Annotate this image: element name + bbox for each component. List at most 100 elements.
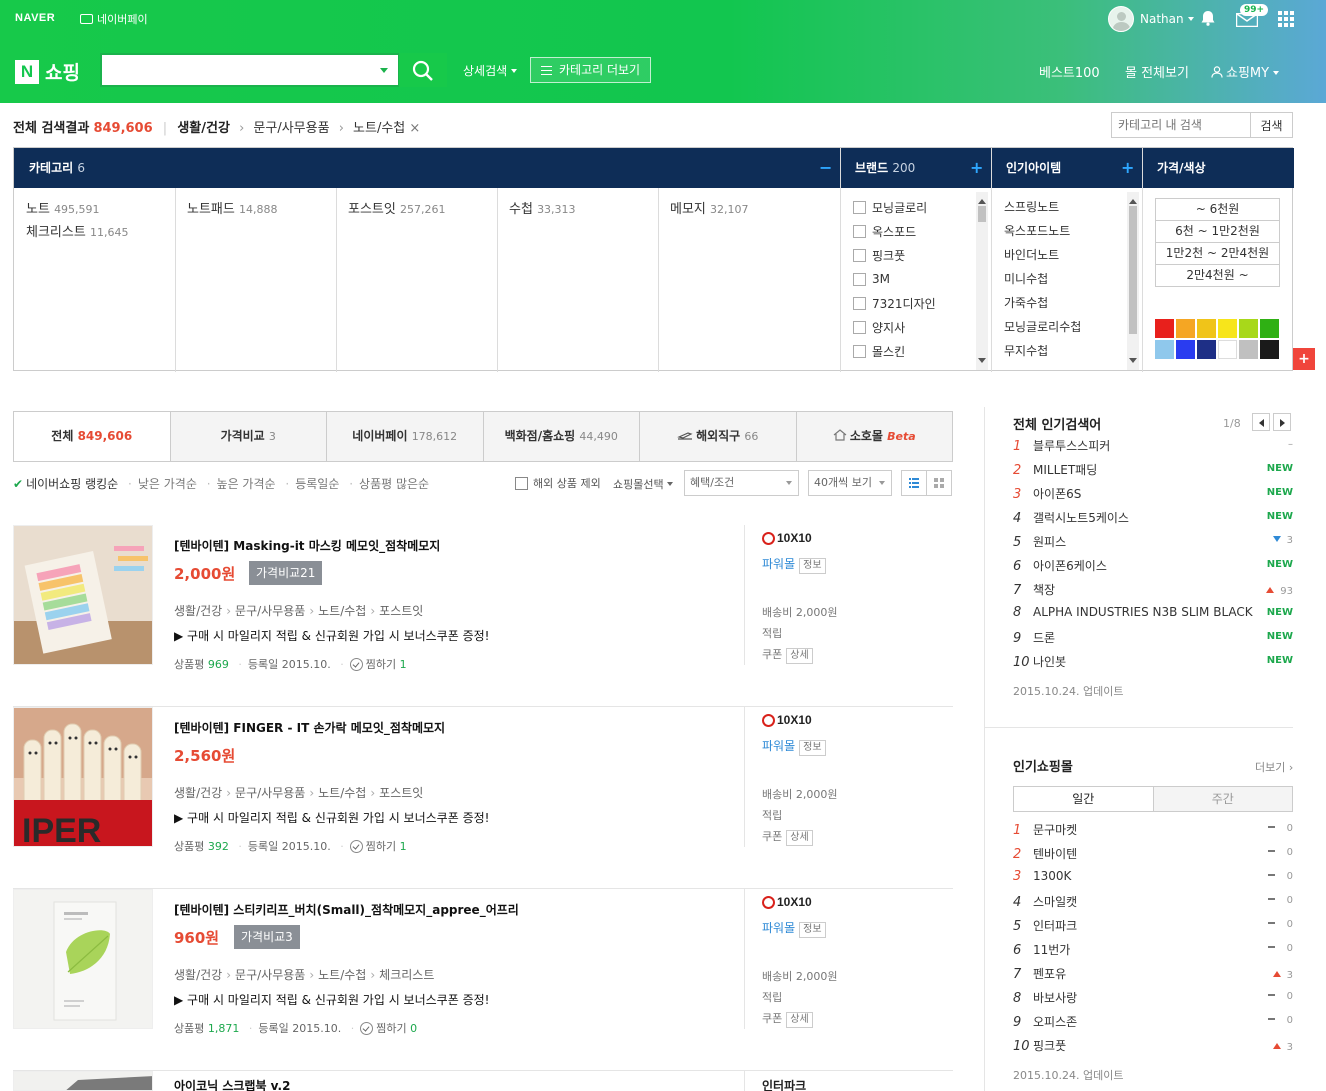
rank-item[interactable]: 3 1300K 0 (1013, 869, 1293, 893)
category-collapse-button[interactable]: − (819, 148, 832, 188)
tab-all[interactable]: 전체 849,606 (14, 412, 171, 461)
hot-item[interactable]: 무지수첩 (1004, 339, 1124, 363)
info-button[interactable]: 정보 (799, 922, 826, 938)
mall-select-dropdown[interactable]: 쇼핑몰선택 (613, 476, 673, 492)
rank-item[interactable]: 9 오피스존 0 (1013, 1013, 1293, 1037)
rank-item[interactable]: 3 아이폰6S NEW (1013, 485, 1293, 509)
color-swatch[interactable] (1176, 319, 1195, 338)
rank-item[interactable]: 5 원피스 3 (1013, 533, 1293, 557)
rank-item[interactable]: 8 바보사랑 0 (1013, 989, 1293, 1013)
coupon-detail-button[interactable]: 상세 (786, 1012, 813, 1028)
search-input[interactable] (102, 55, 362, 85)
rank-item[interactable]: 2 MILLET패딩 NEW (1013, 461, 1293, 485)
tab-overseas[interactable]: 해외직구 66 (640, 412, 797, 461)
product-thumbnail[interactable] (13, 525, 153, 665)
category-item[interactable]: 수첩 33,313 (509, 198, 576, 221)
color-swatch[interactable] (1239, 340, 1258, 359)
color-swatch[interactable] (1197, 319, 1216, 338)
color-swatch[interactable] (1155, 319, 1174, 338)
hot-item[interactable]: 옥스포드노트 (1004, 219, 1124, 243)
category-search-button[interactable]: 검색 (1250, 113, 1292, 137)
nav-shopping-my[interactable]: 쇼핑MY (1211, 62, 1280, 81)
coupon-detail-button[interactable]: 상세 (786, 648, 813, 664)
detail-search-button[interactable]: 상세검색 (463, 62, 518, 79)
price-range[interactable]: ~ 6천원 (1155, 198, 1280, 221)
brand-scrollbar[interactable] (976, 192, 988, 370)
product-thumbnail[interactable] (13, 889, 153, 1029)
rank-item[interactable]: 10 나인봇 NEW (1013, 653, 1293, 677)
apps-grid-icon[interactable] (1278, 11, 1294, 27)
crumb-2[interactable]: 문구/사무용품 (253, 121, 329, 136)
per-page-select[interactable]: 40개씩 보기 (808, 470, 892, 496)
category-search-input[interactable] (1112, 113, 1252, 137)
rank-item[interactable]: 7 책장 93 (1013, 581, 1293, 605)
hot-item[interactable]: 미니수첩 (1004, 267, 1124, 291)
rank-item[interactable]: 1 문구마켓 0 (1013, 821, 1293, 845)
brand-item[interactable]: 모닝글로리 (853, 195, 975, 219)
naver-logo[interactable]: NAVER (15, 12, 55, 24)
tab-weekly[interactable]: 주간 (1153, 787, 1292, 811)
coupon-detail-button[interactable]: 상세 (786, 830, 813, 846)
hot-item[interactable]: 모닝글로리수첩 (1004, 315, 1124, 339)
sort-high-price[interactable]: 높은 가격순 (217, 477, 276, 491)
product-title[interactable]: 아이코닉 스크랩북 v.2 (174, 1077, 290, 1091)
product-title[interactable]: [텐바이텐] Masking-it 마스킹 메모잇_점착메모지 (174, 537, 440, 554)
search-dropdown-icon[interactable] (380, 68, 388, 77)
wish-button[interactable]: 찜하기 1 (349, 840, 407, 853)
mall-logo[interactable]: 인터파크 (762, 1077, 806, 1091)
hot-item-scrollbar[interactable] (1127, 192, 1139, 370)
rank-item[interactable]: 2 텐바이텐 0 (1013, 845, 1293, 869)
list-view-button[interactable] (901, 470, 927, 496)
price-compare-button[interactable]: 가격비교3 (234, 925, 300, 949)
tab-price-compare[interactable]: 가격비교 3 (171, 412, 327, 461)
price-range[interactable]: 2만4천원 ~ (1155, 264, 1280, 287)
info-button[interactable]: 정보 (799, 558, 826, 574)
product-thumbnail[interactable] (13, 1071, 153, 1091)
nav-best100[interactable]: 베스트100 (1039, 62, 1100, 81)
color-swatch[interactable] (1218, 340, 1237, 359)
rank-item[interactable]: 10 핑크풋 3 (1013, 1037, 1293, 1061)
color-swatch[interactable] (1197, 340, 1216, 359)
sort-date[interactable]: 등록일순 (295, 477, 339, 491)
color-swatch[interactable] (1260, 340, 1279, 359)
category-item[interactable]: 노트 495,591 (26, 198, 128, 221)
search-button[interactable] (399, 53, 447, 87)
price-range[interactable]: 6천 ~ 1만2천원 (1155, 220, 1280, 243)
wish-button[interactable]: 찜하기 0 (360, 1022, 417, 1035)
wish-button[interactable]: 찜하기 1 (349, 658, 407, 671)
npay-link[interactable]: 네이버페이 (80, 11, 148, 27)
popular-mall-more-link[interactable]: 더보기 › (1255, 759, 1293, 775)
category-item[interactable]: 메모지 32,107 (670, 198, 749, 221)
category-item[interactable]: 체크리스트 11,645 (26, 221, 128, 244)
product-thumbnail[interactable]: IPER (13, 707, 153, 847)
rank-item[interactable]: 1 블루투스스피커 – (1013, 437, 1293, 461)
info-button[interactable]: 정보 (799, 740, 826, 756)
tab-department[interactable]: 백화점/홈쇼핑 44,490 (484, 412, 640, 461)
category-item[interactable]: 포스트잇 257,261 (348, 198, 445, 221)
color-swatch[interactable] (1218, 319, 1237, 338)
brand-item[interactable]: 옥스포드 (853, 219, 975, 243)
product-title[interactable]: [텐바이텐] FINGER - IT 손가락 메모잇_점착메모지 (174, 719, 445, 736)
rank-item[interactable]: 8 ALPHA INDUSTRIES N3B SLIM BLACK NEW (1013, 605, 1293, 629)
tab-soho[interactable]: 소호몰 Beta (797, 412, 953, 461)
color-swatch[interactable] (1176, 340, 1195, 359)
prev-page-button[interactable] (1252, 413, 1270, 431)
tab-daily[interactable]: 일간 (1014, 787, 1154, 811)
color-swatch[interactable] (1239, 319, 1258, 338)
rank-item[interactable]: 9 드론 NEW (1013, 629, 1293, 653)
bell-icon[interactable] (1200, 10, 1216, 26)
price-range[interactable]: 1만2천 ~ 2만4천원 (1155, 242, 1280, 265)
nav-mall-all[interactable]: 몰 전체보기 (1125, 62, 1189, 81)
brand-item[interactable]: 몰스킨 (853, 339, 975, 363)
rank-item[interactable]: 6 11번가 0 (1013, 941, 1293, 965)
brand-expand-button[interactable]: + (970, 148, 983, 188)
shopping-logo[interactable]: N 쇼핑 (15, 58, 80, 85)
crumb-3[interactable]: 노트/수첩 (353, 121, 405, 136)
color-swatch[interactable] (1155, 340, 1174, 359)
hot-item[interactable]: 바인더노트 (1004, 243, 1124, 267)
color-swatch[interactable] (1260, 319, 1279, 338)
sort-ranking[interactable]: 네이버쇼핑 랭킹순 (26, 477, 118, 491)
brand-item[interactable]: 핑크풋 (853, 243, 975, 267)
sort-low-price[interactable]: 낮은 가격순 (138, 477, 197, 491)
next-page-button[interactable] (1273, 413, 1291, 431)
